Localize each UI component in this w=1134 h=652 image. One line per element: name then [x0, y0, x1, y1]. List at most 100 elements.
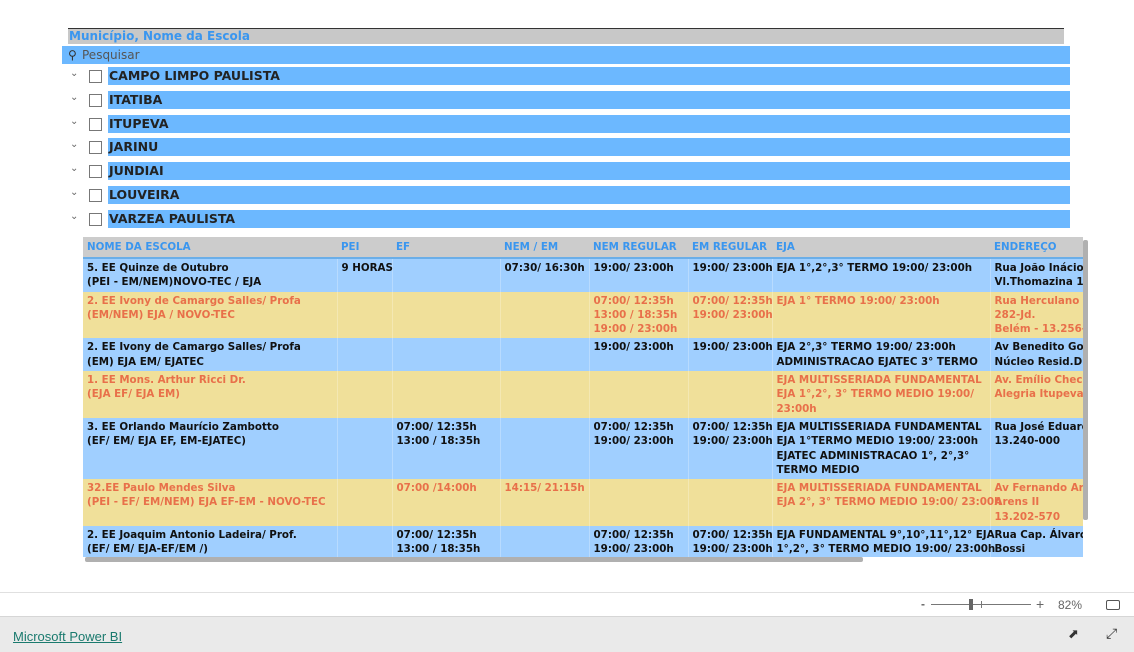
share-icon[interactable]: ⬈ — [1068, 627, 1079, 642]
checkbox[interactable] — [89, 117, 102, 131]
table-row: 2. EE Joaquim Antonio Ladeira/ Prof. (EF/… — [83, 526, 1083, 557]
table-cell — [392, 258, 501, 292]
cell-line: (EM/NEM) EJA / NOVO-TEC — [87, 308, 235, 321]
cell-line: 07:00/ 12:35h — [692, 294, 773, 307]
chevron-down-icon[interactable]: ⌄ — [70, 163, 78, 174]
chevron-down-icon[interactable]: ⌄ — [70, 116, 78, 127]
table-row: 2. EE Ivony de Camargo Salles/ Profa (EM/… — [83, 291, 1084, 339]
table-cell: 3. EE Orlando Maurício Zambotto (EF/ EM/ … — [83, 417, 338, 480]
slicer-item[interactable]: ⌄ VARZEA PAULISTA — [68, 209, 1070, 234]
zoom-slider-thumb[interactable] — [969, 599, 973, 610]
cell-line: EJA FUNDAMENTAL 9°,10°,11°,12° EJA — [776, 529, 995, 542]
cell-line: 13.202-570 — [994, 510, 1061, 523]
cell-line: 32.EE Paulo Mendes Silva — [87, 482, 236, 495]
slicer-item-label: LOUVEIRA — [108, 186, 1070, 204]
column-header[interactable]: ENDEREÇO — [990, 237, 1083, 259]
table-cell: EJA MULTISSERIADA FUNDAMENTAL EJA 1°TERMO… — [772, 417, 991, 480]
cell-line: 19:00/ 23:00h — [593, 341, 674, 354]
table-cell: EJA MULTISSERIADA FUNDAMENTAL EJA 1°,2°, … — [772, 371, 991, 418]
cell-line: ADMINISTRACAO EJATEC 3° TERMO — [776, 355, 978, 368]
cell-line: 07:30/ 16:30h — [504, 262, 585, 274]
cell-line: Rua João Inácio V — [994, 262, 1084, 274]
table-cell — [500, 526, 590, 557]
slicer-item[interactable]: ⌄ JARINU — [68, 138, 1070, 162]
chevron-down-icon[interactable]: ⌄ — [70, 68, 78, 79]
cell-line: 23:00h — [776, 402, 817, 415]
cell-line: Alegria Itupeva - — [994, 388, 1084, 401]
slicer-item[interactable]: ⌄ JUNDIAI — [68, 162, 1070, 186]
cell-line: 13:00 / 18:35h — [396, 435, 481, 448]
table-cell: EJA FUNDAMENTAL 9°,10°,11°,12° EJA 1°,2°,… — [772, 526, 995, 557]
table-cell: Av Benedito GodNúcleo Resid.Dr.L — [990, 338, 1083, 372]
cell-line: Rua Herculano Pu — [994, 294, 1084, 307]
table-cell — [337, 291, 393, 339]
column-header[interactable]: NEM REGULAR — [589, 237, 688, 259]
chevron-down-icon[interactable]: ⌄ — [70, 139, 78, 150]
checkbox[interactable] — [89, 141, 102, 155]
table-cell: 5. EE Quinze de Outubro (PEI - EM/NEM)NOV… — [83, 258, 338, 292]
cell-line: (EM) EJA EM/ EJATEC — [87, 355, 204, 368]
table-cell: 19:00/ 23:00h — [688, 258, 773, 292]
column-header[interactable]: NOME DA ESCOLA — [83, 237, 337, 259]
column-header[interactable]: NEM / EM — [500, 237, 589, 259]
zoom-in-button[interactable]: + — [1036, 596, 1044, 612]
checkbox[interactable] — [89, 165, 102, 179]
zoom-slider[interactable] — [931, 599, 1031, 610]
slicer-search[interactable]: ⚲ Pesquisar — [62, 46, 1070, 64]
table-cell: 1. EE Mons. Arthur Ricci Dr. (EJA EF/ EJA… — [83, 371, 338, 418]
slicer-item-label: CAMPO LIMPO PAULISTA — [108, 67, 1070, 85]
slicer-title: Município, Nome da Escola — [68, 28, 1064, 44]
cell-line: 19:00 / 23:00h — [593, 323, 678, 336]
column-header[interactable]: EF — [392, 237, 500, 259]
column-header[interactable]: EJA — [772, 237, 990, 259]
cell-line: 19:00/ 23:00h — [692, 308, 773, 321]
horizontal-scrollbar[interactable] — [85, 557, 863, 562]
slicer-item[interactable]: ⌄ LOUVEIRA — [68, 186, 1070, 210]
table-row: 2. EE Ivony de Camargo Salles/ Profa (EM)… — [83, 338, 1083, 372]
chevron-down-icon[interactable]: ⌄ — [70, 211, 78, 222]
vertical-scrollbar[interactable] — [1083, 240, 1088, 520]
cell-line: Rua José Eduardo — [994, 420, 1084, 433]
cell-line: Av Fernando Aren — [994, 482, 1084, 495]
cell-line: 1. EE Mons. Arthur Ricci Dr. — [87, 374, 246, 387]
fullscreen-icon[interactable]: ⤢ — [1106, 626, 1117, 642]
table-cell: 07:00 /14:00h — [392, 479, 501, 527]
cell-line: 19:00/ 23:00h — [692, 543, 773, 556]
zoom-out-button[interactable]: - — [921, 597, 925, 611]
cell-line: EJATEC ADMINISTRACAO 1°, 2°,3° — [776, 449, 970, 462]
power-bi-link[interactable]: Microsoft Power BI — [13, 629, 122, 644]
cell-line: EJA 1°TERMO MEDIO 19:00/ 23:00h — [776, 435, 979, 448]
slicer-item[interactable]: ⌄ ITATIBA — [68, 90, 1070, 115]
chevron-down-icon[interactable]: ⌄ — [70, 92, 78, 103]
cell-line: 9 HORAS — [341, 262, 393, 274]
cell-line: 14:15/ 21:15h — [504, 482, 585, 495]
slicer-item[interactable]: ⌄ ITUPEVA — [68, 114, 1070, 139]
cell-line: (PEI - EM/NEM)NOVO-TEC / EJA — [87, 276, 262, 289]
checkbox[interactable] — [89, 189, 102, 202]
column-header[interactable]: EM REGULAR — [688, 237, 772, 259]
table-cell: 9 HORAS — [337, 258, 393, 292]
chevron-down-icon[interactable]: ⌄ — [70, 187, 78, 198]
cell-line: TERMO MEDIO — [776, 463, 860, 476]
schools-table: NOME DA ESCOLA PEI EF NEM / EM NEM REGULAR EM… — [83, 237, 1083, 557]
cell-line: 282-Jd. — [994, 308, 1036, 321]
table-cell: 19:00/ 23:00h — [688, 338, 773, 372]
table-row: 3. EE Orlando Maurício Zambotto (EF/ EM/ … — [83, 417, 1084, 480]
search-placeholder: Pesquisar — [82, 48, 140, 62]
cell-line: 2. EE Ivony de Camargo Salles/ Profa — [87, 294, 301, 307]
checkbox[interactable] — [89, 93, 102, 107]
checkbox[interactable] — [89, 212, 102, 226]
cell-line: Bossi — [994, 543, 1026, 556]
table-cell — [589, 371, 689, 418]
cell-line: EJA 1°,2°,3° TERMO 19:00/ 23:00h — [776, 262, 973, 274]
table-cell: 07:00/ 12:35h 19:00/ 23:00h — [688, 526, 773, 557]
table-cell — [500, 338, 590, 372]
fit-to-page-icon[interactable] — [1106, 600, 1120, 610]
table-cell: Av. Emílio ChechiAlegria Itupeva - — [990, 371, 1083, 418]
table-row: 5. EE Quinze de Outubro (PEI - EM/NEM)NOV… — [83, 258, 1083, 292]
column-header[interactable]: PEI — [337, 237, 392, 259]
checkbox[interactable] — [89, 70, 102, 83]
table-row: 32.EE Paulo Mendes Silva (PEI - EF/ EM/NE… — [83, 479, 1084, 527]
table-cell: EJA 1° TERMO 19:00/ 23:00h — [772, 291, 991, 339]
slicer-item[interactable]: ⌄ CAMPO LIMPO PAULISTA — [68, 67, 1070, 91]
